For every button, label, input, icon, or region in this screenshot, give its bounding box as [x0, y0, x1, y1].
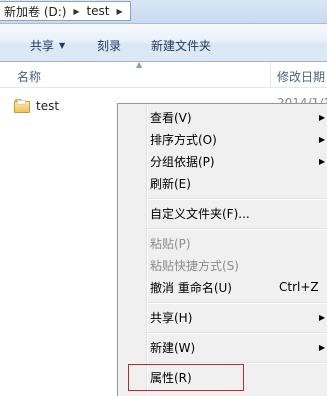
menu-item-paste-shortcut[interactable]: 粘贴快捷方式(S): [150, 255, 239, 275]
share-button-label: 共享: [30, 38, 55, 53]
list-item[interactable]: test: [14, 96, 59, 116]
file-name: test: [36, 99, 60, 113]
address-bar: 新加卷 (D:) ▶ test ▶: [0, 0, 327, 24]
menu-item-view[interactable]: 查看(V): [150, 107, 192, 127]
column-header-date-modified[interactable]: 修改日期: [277, 68, 325, 85]
menu-separator: [148, 198, 327, 200]
menu-gutter: [146, 106, 148, 396]
column-header-name[interactable]: 名称: [17, 68, 41, 85]
menu-item-paste[interactable]: 粘贴(P): [150, 233, 191, 253]
command-bar: 共享 ▼ 刻录 新建文件夹: [0, 24, 327, 62]
menu-item-group-by[interactable]: 分组依据(P): [150, 151, 215, 171]
submenu-arrow-icon: ▶: [319, 312, 326, 322]
breadcrumb-folder[interactable]: test: [82, 2, 113, 20]
breadcrumb[interactable]: 新加卷 (D:) ▶ test ▶: [0, 1, 131, 21]
submenu-arrow-icon: ▶: [319, 112, 326, 122]
submenu-arrow-icon: ▶: [319, 134, 326, 144]
burn-button-label: 刻录: [97, 38, 122, 53]
menu-item-new[interactable]: 新建(W): [150, 337, 195, 357]
menu-item-refresh[interactable]: 刷新(E): [150, 173, 191, 193]
new-folder-button-label: 新建文件夹: [151, 38, 212, 53]
menu-separator: [148, 332, 327, 334]
menu-item-undo-shortcut: Ctrl+Z: [279, 280, 319, 294]
menu-item-undo-rename[interactable]: 撤消 重命名(U): [150, 277, 232, 297]
menu-item-sort-by[interactable]: 排序方式(O): [150, 129, 217, 149]
menu-separator: [148, 228, 327, 230]
context-menu: 查看(V) ▶ 排序方式(O) ▶ 分组依据(P) ▶ 刷新(E) 自定义文件夹…: [117, 103, 327, 396]
column-divider[interactable]: [270, 62, 271, 88]
menu-separator: [148, 302, 327, 304]
submenu-arrow-icon: ▶: [319, 156, 326, 166]
chevron-right-icon[interactable]: ▶: [70, 2, 82, 20]
share-button[interactable]: 共享 ▼: [30, 36, 65, 54]
folder-icon: [14, 99, 30, 113]
column-header-row: ▲ 名称 修改日期: [0, 60, 327, 88]
new-folder-button[interactable]: 新建文件夹: [151, 36, 211, 54]
chevron-down-icon: ▼: [59, 40, 66, 50]
chevron-right-icon[interactable]: ▶: [114, 2, 126, 20]
sort-ascending-icon: ▲: [136, 60, 143, 69]
burn-button[interactable]: 刻录: [97, 36, 121, 54]
breadcrumb-drive[interactable]: 新加卷 (D:): [0, 2, 70, 20]
submenu-arrow-icon: ▶: [319, 342, 326, 352]
menu-item-customize-folder[interactable]: 自定义文件夹(F)...: [150, 203, 250, 223]
menu-item-properties[interactable]: 属性(R): [150, 367, 192, 387]
menu-item-share-with[interactable]: 共享(H): [150, 307, 192, 327]
